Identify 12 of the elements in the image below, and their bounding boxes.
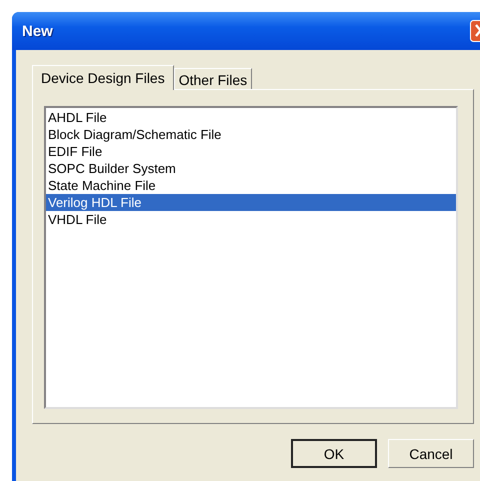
window-title: New xyxy=(22,22,53,40)
list-item[interactable]: Block Diagram/Schematic File xyxy=(46,126,456,143)
list-item[interactable]: SOPC Builder System xyxy=(46,160,456,177)
tab[interactable]: Other Files xyxy=(174,68,252,89)
list-item[interactable]: VHDL File xyxy=(46,211,456,228)
tab[interactable]: Device Design Files xyxy=(32,65,174,90)
list-item[interactable]: AHDL File xyxy=(46,109,456,126)
dialog-button[interactable]: Cancel xyxy=(388,439,474,468)
dialog-button[interactable]: OK xyxy=(291,439,377,468)
list-item[interactable]: State Machine File xyxy=(46,177,456,194)
list-item[interactable]: Verilog HDL File xyxy=(46,194,456,211)
list-item[interactable]: EDIF File xyxy=(46,143,456,160)
